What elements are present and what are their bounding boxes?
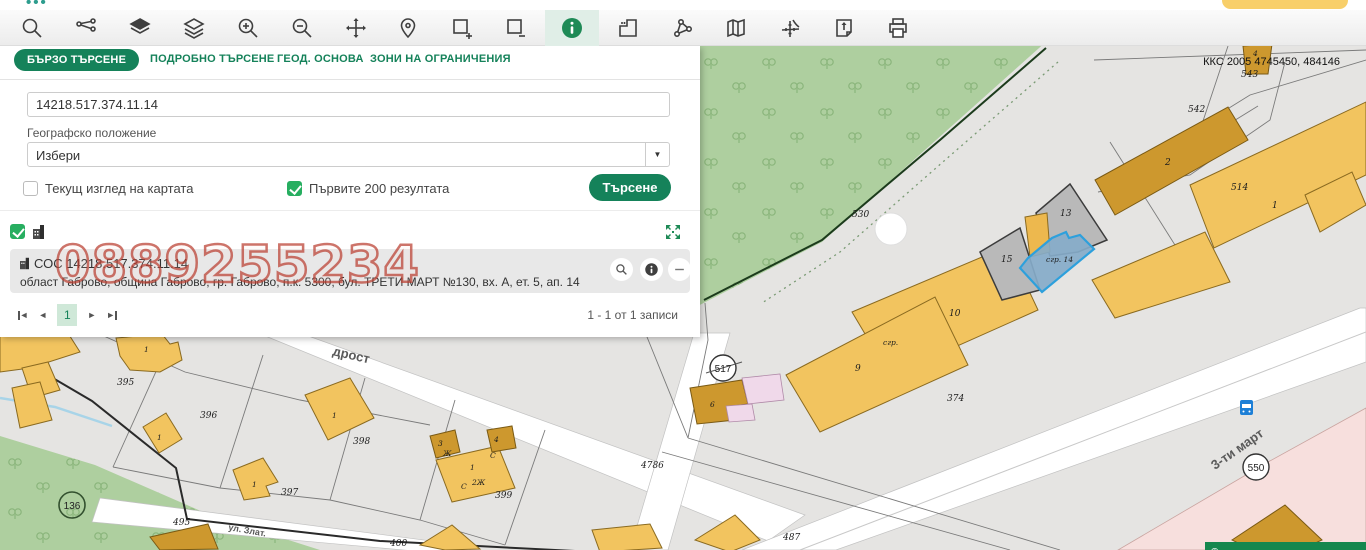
menu-dots-icon[interactable]: ••• [26, 0, 48, 11]
geo-select-value: Избери [36, 148, 80, 163]
export-file-icon[interactable] [817, 10, 871, 46]
svg-text:6: 6 [710, 400, 715, 409]
svg-text:400: 400 [389, 539, 407, 549]
svg-text:399: 399 [495, 491, 512, 501]
chevron-down-icon[interactable]: ▼ [645, 143, 669, 166]
info-icon[interactable] [545, 10, 599, 46]
svg-text:2: 2 [1164, 158, 1171, 168]
pan-icon[interactable] [329, 10, 383, 46]
search-input[interactable] [27, 92, 670, 117]
building-icon [33, 225, 44, 239]
location-pin-icon[interactable] [381, 10, 435, 46]
pagination-summary: 1 - 1 от 1 записи [587, 308, 678, 322]
zoom-to-extent-icon[interactable] [665, 224, 681, 240]
top-strip: ••• [0, 0, 1366, 10]
tab-restriction-zones[interactable]: ЗОНИ НА ОГРАНИЧЕНИЯ [370, 53, 511, 65]
map-toolbar [0, 10, 1366, 46]
bus-stop-icon [1240, 400, 1253, 415]
select-route-icon[interactable] [59, 10, 113, 46]
top-right-button[interactable] [1222, 0, 1348, 9]
tab-quick-search[interactable]: БЪРЗО ТЪРСЕНЕ [14, 49, 139, 71]
current-page[interactable]: 1 [57, 304, 77, 326]
zoom-out-icon[interactable] [275, 10, 329, 46]
layers-icon[interactable] [113, 10, 167, 46]
svg-text:495: 495 [172, 518, 190, 528]
first200-checkbox-row[interactable]: Първите 200 резултата [287, 179, 449, 197]
current-view-checkbox[interactable] [23, 181, 38, 196]
roundabout [875, 213, 907, 245]
zoom-in-icon[interactable] [221, 10, 275, 46]
select-all-checkbox[interactable] [10, 224, 25, 239]
svg-text:С: С [461, 482, 467, 491]
svg-text:1: 1 [470, 463, 475, 472]
search-button[interactable]: Търсене [589, 174, 671, 201]
svg-text:396: 396 [200, 411, 217, 421]
map-attribution: © ... [1205, 542, 1366, 550]
svg-text:136: 136 [64, 501, 81, 512]
result-info-icon[interactable] [640, 258, 663, 281]
svg-text:542: 542 [1188, 105, 1205, 115]
svg-text:4: 4 [493, 435, 499, 444]
geo-position-label: Географско положение [27, 126, 156, 140]
next-page-icon[interactable]: ► [87, 310, 96, 320]
remove-selection-icon[interactable] [489, 10, 543, 46]
current-view-label: Текущ изглед на картата [45, 181, 193, 196]
search-icon[interactable] [5, 10, 59, 46]
svg-text:374: 374 [947, 394, 964, 404]
select-all-row [10, 224, 44, 239]
tab-bar: БЪРЗО ТЪРСЕНЕ ПОДРОБНО ТЪРСЕНЕ ГЕОД. ОСН… [0, 46, 700, 80]
measure-length-icon[interactable] [601, 10, 655, 46]
tab-detailed-search[interactable]: ПОДРОБНО ТЪРСЕНЕ [150, 53, 274, 65]
phone-watermark: 0889255234 [55, 236, 420, 295]
svg-text:10: 10 [949, 309, 961, 319]
measure-area-icon[interactable] [655, 10, 709, 46]
svg-text:514: 514 [1231, 183, 1248, 193]
building-icon [20, 257, 29, 270]
svg-text:1: 1 [157, 433, 162, 442]
svg-text:3: 3 [438, 439, 443, 448]
svg-text:395: 395 [117, 378, 134, 388]
zoom-to-result-icon[interactable] [610, 258, 633, 281]
remove-result-icon[interactable] [668, 258, 691, 281]
pagination: ◄ ◄ 1 ► ► [18, 304, 117, 326]
print-icon[interactable] [871, 10, 925, 46]
coordinate-system-icon[interactable] [763, 10, 817, 46]
prev-page-icon[interactable]: ◄ [38, 310, 47, 320]
svg-text:2Ж: 2Ж [471, 478, 486, 487]
svg-text:398: 398 [353, 437, 370, 447]
svg-text:1: 1 [252, 480, 257, 489]
svg-text:13: 13 [1060, 209, 1072, 219]
svg-text:550: 550 [1248, 463, 1265, 474]
first200-checkbox[interactable] [287, 181, 302, 196]
first200-label: Първите 200 резултата [309, 181, 449, 196]
svg-text:4786: 4786 [640, 461, 664, 471]
svg-text:Ж: Ж [442, 449, 452, 458]
geo-position-select[interactable]: Избери ▼ [27, 142, 670, 167]
svg-text:1: 1 [144, 345, 149, 354]
svg-text:517: 517 [715, 364, 732, 375]
svg-text:543: 543 [1241, 70, 1258, 80]
svg-text:397: 397 [281, 488, 298, 498]
layer-stack-icon[interactable] [167, 10, 221, 46]
last-page-icon[interactable]: ► [106, 310, 116, 320]
svg-text:15: 15 [1001, 255, 1013, 265]
map-sheets-icon[interactable] [709, 10, 763, 46]
divider [0, 210, 700, 211]
svg-text:сгр.: сгр. [883, 338, 898, 347]
svg-text:1: 1 [332, 411, 337, 420]
first-page-icon[interactable]: ◄ [18, 310, 28, 320]
svg-text:С: С [490, 451, 496, 460]
svg-text:1: 1 [1272, 201, 1278, 211]
current-view-checkbox-row[interactable]: Текущ изглед на картата [23, 179, 193, 197]
add-selection-icon[interactable] [435, 10, 489, 46]
svg-text:487: 487 [782, 533, 800, 543]
tab-geodetic-base[interactable]: ГЕОД. ОСНОВА [277, 53, 364, 65]
map-coordinates-label: ККС 2005 4745450, 484146 [1203, 56, 1340, 68]
svg-text:сгр. 14: сгр. 14 [1046, 255, 1073, 264]
svg-text:530: 530 [852, 210, 869, 220]
svg-text:9: 9 [855, 364, 861, 374]
